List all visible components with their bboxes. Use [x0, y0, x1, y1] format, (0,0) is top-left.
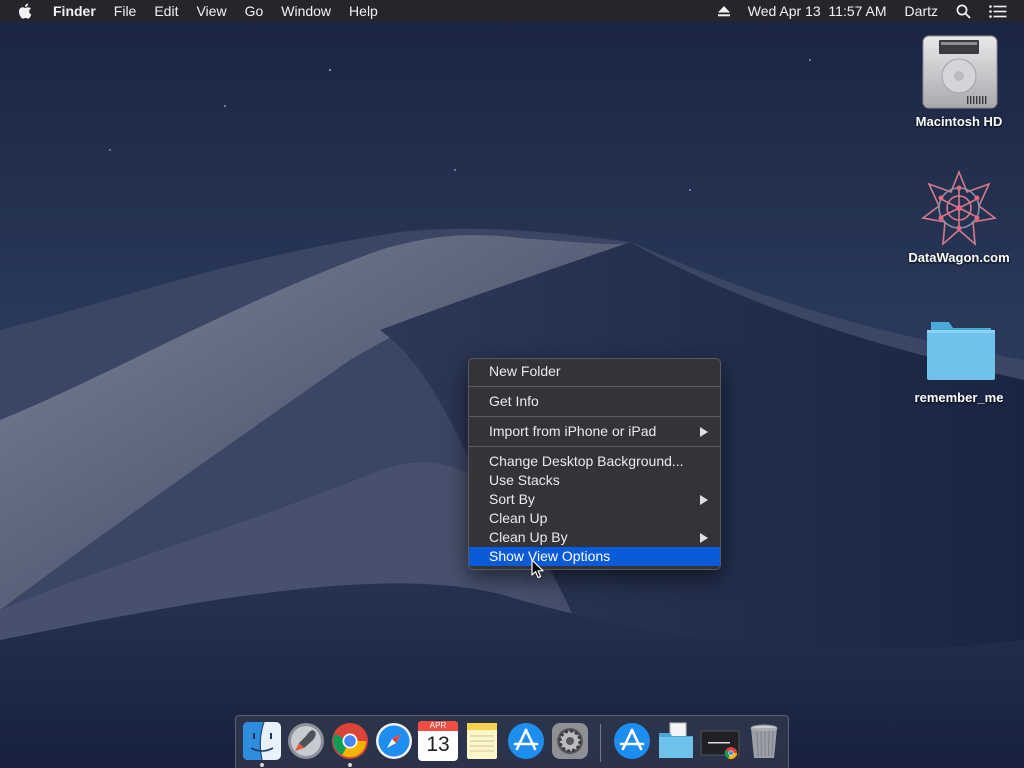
menu-item-label: Clean Up By	[489, 529, 568, 545]
menu-item-label: Sort By	[489, 491, 535, 507]
menu-file[interactable]: File	[105, 0, 146, 22]
desktop-context-menu: New Folder Get Info Import from iPhone o…	[468, 358, 721, 570]
menu-item-get-info[interactable]: Get Info	[469, 392, 720, 411]
menu-separator	[469, 446, 720, 447]
chrome-minimized-window-icon[interactable]	[700, 721, 740, 761]
calendar-day: 13	[426, 733, 450, 756]
hard-drive-icon	[922, 35, 998, 109]
finder-icon[interactable]	[242, 721, 282, 761]
mouse-cursor-icon	[531, 559, 544, 579]
calendar-month: APR	[418, 721, 458, 731]
submenu-arrow-icon	[700, 533, 708, 543]
menu-item-show-view-options[interactable]: Show View Options	[469, 547, 720, 566]
menu-edit[interactable]: Edit	[145, 0, 187, 22]
safari-icon[interactable]	[374, 721, 414, 761]
menu-bar: Finder File Edit View Go Window Help Wed…	[0, 0, 1024, 22]
desktop-icon-remember-me[interactable]: remember_me	[904, 308, 1014, 405]
dock-divider	[600, 724, 601, 762]
menu-item-label: Show View Options	[489, 548, 611, 564]
menu-item-label: Import from iPhone or iPad	[489, 423, 657, 439]
running-indicator	[260, 763, 264, 767]
desktop-icon-label: remember_me	[914, 390, 1004, 405]
desktop-icon-datawagon[interactable]: DataWagon.com	[904, 168, 1014, 265]
menu-item-label: Clean Up	[489, 510, 548, 526]
menu-help[interactable]: Help	[340, 0, 387, 22]
menu-separator	[469, 386, 720, 387]
desktop-icon-label: Macintosh HD	[915, 114, 1003, 129]
menu-item-clean-up-by[interactable]: Clean Up By	[469, 528, 720, 547]
notification-center-icon[interactable]	[980, 0, 1016, 22]
menu-item-use-stacks[interactable]: Use Stacks	[469, 471, 720, 490]
menu-item-label: New Folder	[489, 363, 561, 379]
menu-view[interactable]: View	[187, 0, 235, 22]
search-icon[interactable]	[947, 0, 980, 22]
desktop-icon-macintosh-hd[interactable]: Macintosh HD	[904, 32, 1014, 129]
menu-item-new-folder[interactable]: New Folder	[469, 362, 720, 381]
system-preferences-icon[interactable]	[550, 721, 590, 761]
menu-go[interactable]: Go	[236, 0, 273, 22]
dock: APR 13	[235, 715, 789, 768]
menu-item-sort-by[interactable]: Sort By	[469, 490, 720, 509]
menu-item-import-from-iphone[interactable]: Import from iPhone or iPad	[469, 422, 720, 441]
menu-window[interactable]: Window	[272, 0, 340, 22]
menu-item-label: Get Info	[489, 393, 539, 409]
chrome-icon[interactable]	[330, 721, 370, 761]
menu-item-clean-up[interactable]: Clean Up	[469, 509, 720, 528]
menu-item-label: Change Desktop Background...	[489, 453, 684, 469]
clock[interactable]: Wed Apr 13 11:57 AM	[739, 0, 896, 22]
submenu-arrow-icon	[700, 495, 708, 505]
eject-icon[interactable]	[709, 0, 739, 22]
calendar-icon[interactable]: APR 13	[418, 721, 458, 761]
running-indicator	[348, 763, 352, 767]
desktop-icon-label: DataWagon.com	[908, 250, 1010, 265]
menu-app-name[interactable]: Finder	[44, 0, 105, 22]
app-store-icon[interactable]	[506, 721, 546, 761]
menu-item-change-desktop-background[interactable]: Change Desktop Background...	[469, 452, 720, 471]
apple-icon[interactable]	[18, 2, 34, 20]
network-volume-icon	[921, 169, 997, 246]
trash-icon[interactable]	[744, 721, 784, 761]
folder-icon	[927, 322, 995, 380]
submenu-arrow-icon	[700, 427, 708, 437]
notes-icon[interactable]	[462, 721, 502, 761]
user-name[interactable]: Dartz	[896, 0, 947, 22]
documents-folder-icon[interactable]	[656, 721, 696, 761]
menu-item-label: Use Stacks	[489, 472, 560, 488]
menu-separator	[469, 416, 720, 417]
app-store-download-icon[interactable]	[612, 721, 652, 761]
launchpad-icon[interactable]	[286, 721, 326, 761]
